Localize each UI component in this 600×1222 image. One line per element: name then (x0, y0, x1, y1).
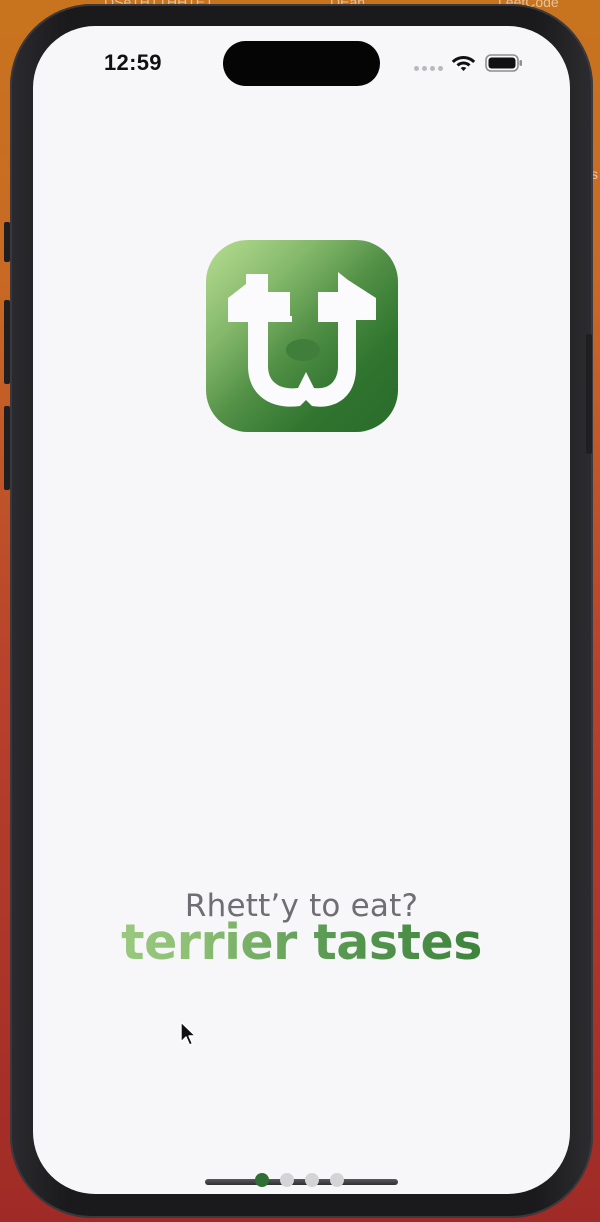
dynamic-island (223, 41, 380, 86)
status-time: 12:59 (104, 50, 162, 75)
terrier-tastes-logo-icon (206, 240, 398, 432)
page-dot-2[interactable] (280, 1173, 294, 1187)
wifi-icon (451, 56, 476, 71)
cellular-no-signal-icon (414, 66, 443, 71)
app-screen: 12:59 Rhett’y to eat? terrier tastes (33, 26, 570, 1194)
page-dot-4[interactable] (330, 1173, 344, 1187)
mouse-pointer-icon (180, 1021, 197, 1046)
brand-name: terrier tastes (33, 916, 570, 970)
page-indicator[interactable] (255, 1173, 344, 1187)
battery-full-icon (485, 54, 522, 72)
page-dot-3[interactable] (305, 1173, 319, 1187)
power-button[interactable] (586, 334, 592, 454)
page-dot-1[interactable] (255, 1173, 269, 1187)
app-logo (206, 240, 398, 432)
